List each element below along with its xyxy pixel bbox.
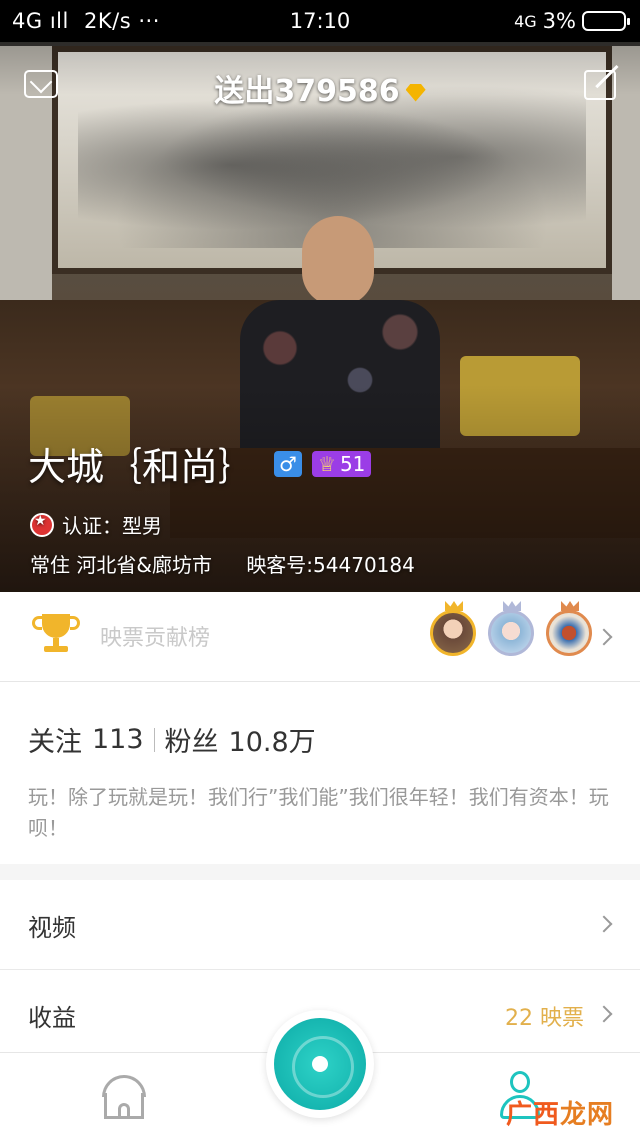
profile-bio: 玩！除了玩就是玩！我们行”我们能”我们很年轻！我们有资本！玩呗！ [28, 785, 609, 840]
stats-divider [153, 727, 155, 752]
profile-stats: 关注 113 粉丝 10.8万 玩！除了玩就是玩！我们行”我们能”我们很年轻！我… [0, 682, 640, 864]
level-number: 51 [339, 451, 366, 476]
profile-name-row: 大城｛和尚｝ ♂ ♕ 51 [28, 436, 372, 491]
go-live-button[interactable] [266, 1010, 374, 1118]
status-right: 4G 3% [514, 9, 630, 33]
contribution-ranking-row[interactable]: 映票贡献榜 [0, 592, 640, 682]
chevron-right-icon [595, 915, 613, 933]
live-button-dot [312, 1056, 328, 1072]
followers-label[interactable]: 粉丝 [165, 720, 219, 759]
gender-male-icon: ♂ [274, 450, 303, 477]
top-contributors [430, 610, 592, 656]
verification-text: 认证：型男 [62, 514, 162, 538]
user-id-text: 映客号:54470184 [246, 553, 415, 577]
gifts-sent-count: 379586 [274, 74, 400, 109]
following-count[interactable]: 113 [92, 724, 144, 755]
watermark-part1: 广西 [505, 1100, 560, 1130]
following-label[interactable]: 关注 [28, 720, 82, 759]
watermark: 广西龙网 [506, 1094, 614, 1131]
contributor-avatar-bronze[interactable] [546, 610, 592, 656]
follow-stats: 关注 113 粉丝 10.8万 [28, 720, 316, 759]
earnings-value: 22 映票 [505, 1006, 584, 1031]
gifts-sent-label: 送出 [214, 74, 275, 109]
menu-item-label: 收益 [28, 1004, 76, 1032]
level-badge: ♕ 51 [312, 450, 372, 477]
profile-top-bar: 送出379586 [0, 56, 640, 116]
menu-item-label: 视频 [28, 914, 76, 942]
gifts-sent: 送出379586 [0, 66, 640, 110]
edit-icon[interactable] [584, 70, 616, 100]
diamond-icon [405, 83, 426, 102]
network-indicator-right: 4G [514, 11, 537, 31]
profile-name: 大城｛和尚｝ [28, 445, 257, 489]
home-icon[interactable] [100, 1075, 148, 1119]
location-text: 常住 河北省&廊坊市 [30, 553, 212, 577]
followers-count[interactable]: 10.8万 [229, 720, 316, 759]
status-bar: 4G ıll 2K/s ··· 17:10 4G 3% [0, 0, 640, 42]
contributor-avatar-silver[interactable] [488, 610, 534, 656]
battery-icon [582, 11, 630, 31]
verify-badge-icon [30, 512, 54, 537]
battery-percent: 3% [542, 9, 576, 33]
chevron-right-icon [595, 628, 613, 646]
menu-item-videos[interactable]: 视频 [0, 880, 640, 970]
contribution-label: 映票贡献榜 [100, 626, 211, 651]
crown-icon: ♕ [318, 451, 336, 476]
chevron-right-icon [595, 1005, 613, 1023]
location-row: 常住 河北省&廊坊市 映客号:54470184 [30, 549, 415, 578]
contributor-avatar-gold[interactable] [430, 610, 476, 656]
trophy-icon [32, 614, 80, 656]
watermark-part2: 龙网 [559, 1100, 614, 1130]
verification-row: 认证：型男 [30, 510, 162, 539]
